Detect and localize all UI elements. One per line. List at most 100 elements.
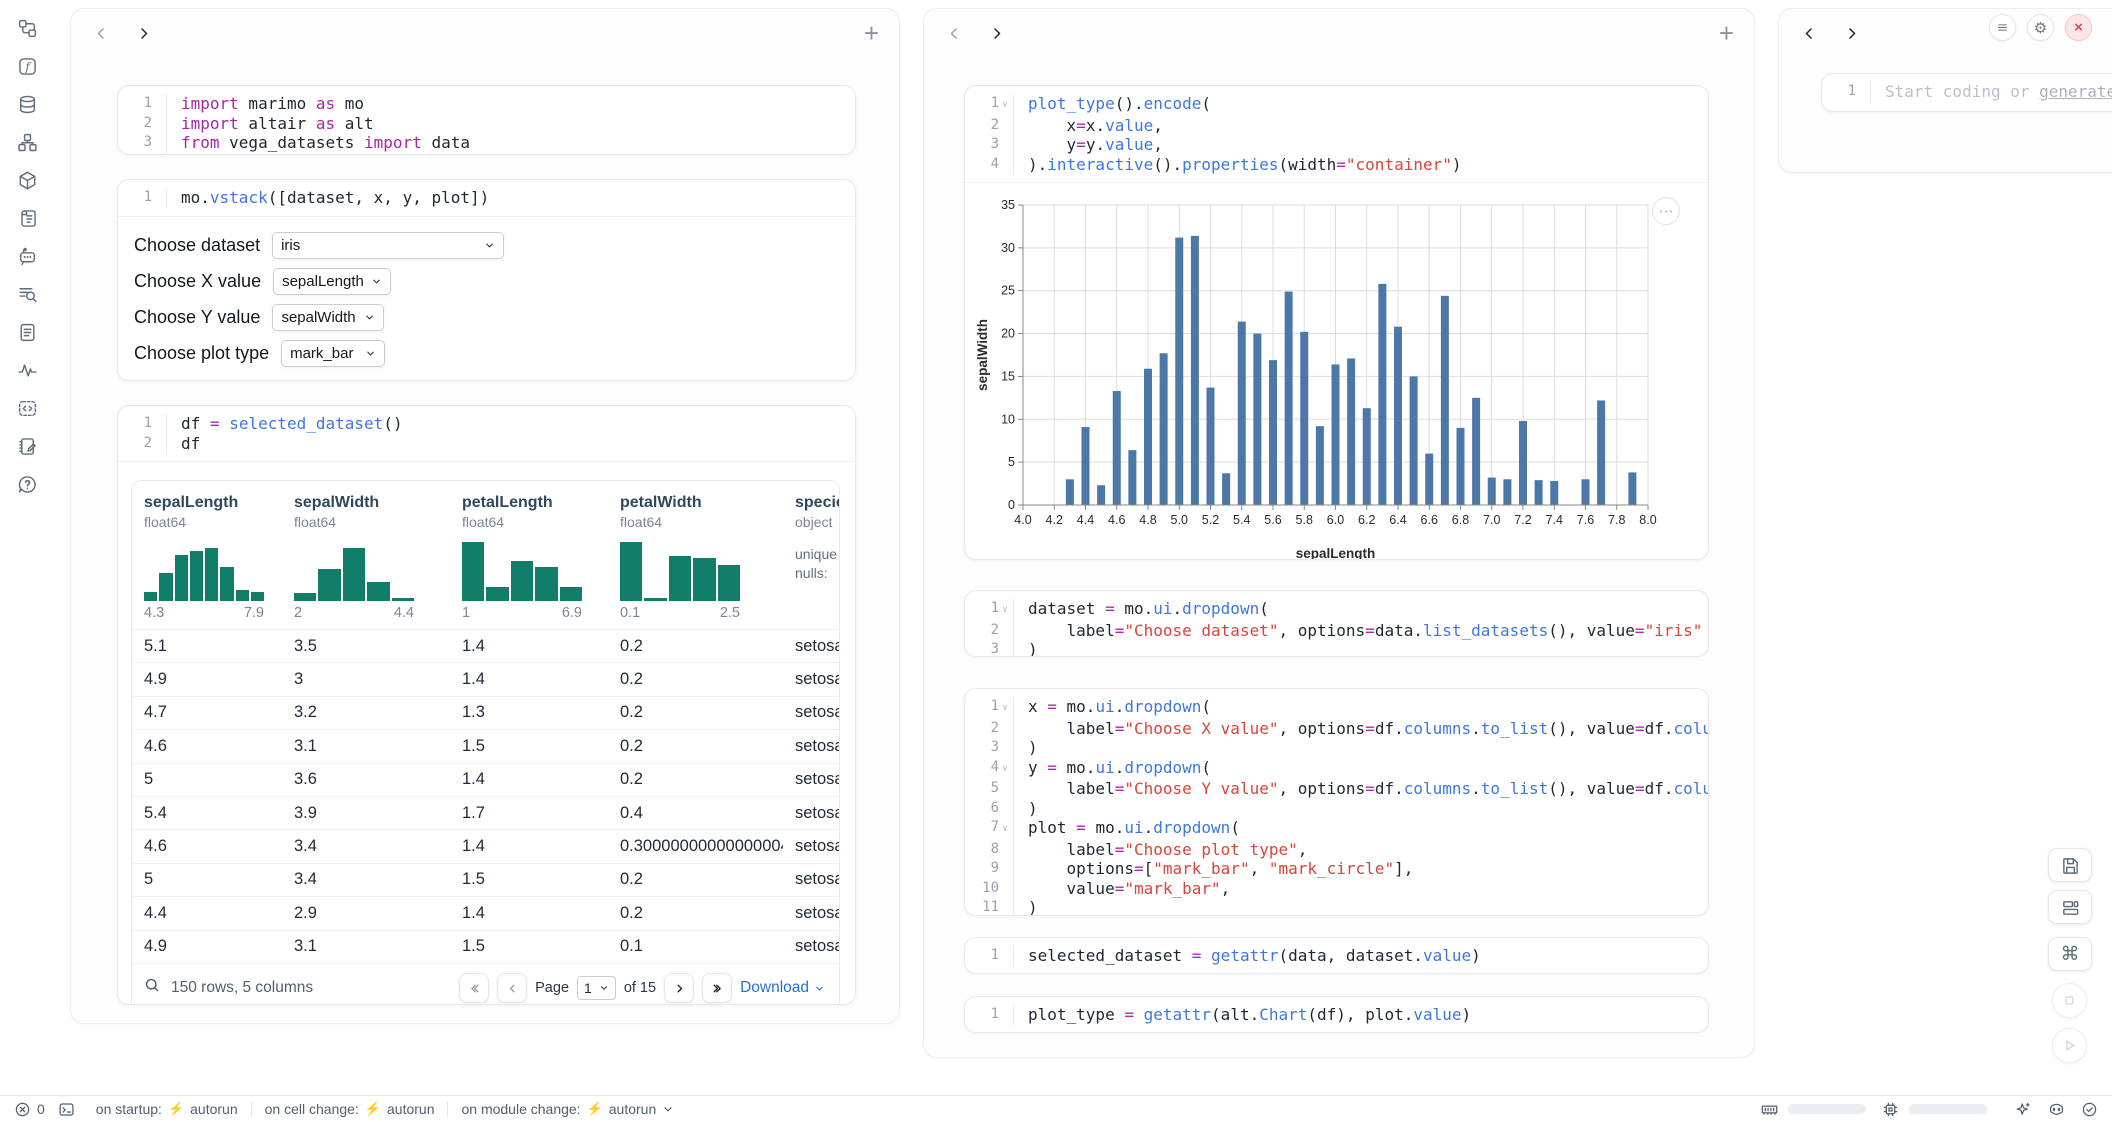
table-row[interactable]: 4.42.91.40.2setosa: [132, 896, 839, 929]
table-row[interactable]: 4.63.41.40.30000000000000004setosa: [132, 829, 839, 862]
code-editor[interactable]: 1import marimo as mo2import altair as al…: [118, 86, 855, 155]
altair-chart[interactable]: 4.04.24.44.64.85.05.25.45.65.86.06.26.46…: [965, 183, 1708, 554]
run-all-button[interactable]: [2052, 1028, 2087, 1063]
on-cell-change-toggle[interactable]: on cell change: ⚡ autorun: [265, 1101, 435, 1117]
errors-indicator[interactable]: 0: [14, 1101, 45, 1118]
code-block-icon[interactable]: [15, 396, 39, 420]
table-row[interactable]: 5.43.91.70.4setosa: [132, 796, 839, 829]
chevron-right-icon[interactable]: [986, 23, 1006, 43]
column-2-nav: +: [924, 9, 1754, 57]
code-editor[interactable]: 1∨plot_type().encode(2 x=x.value,3 y=y.v…: [965, 86, 1708, 182]
dropdown-select-dataset[interactable]: iris: [272, 232, 504, 259]
svg-text:6.0: 6.0: [1327, 513, 1344, 527]
chevron-right-icon[interactable]: [1841, 23, 1861, 43]
code-editor[interactable]: 1∨dataset = mo.ui.dropdown(2 label="Choo…: [965, 591, 1708, 657]
first-page-button[interactable]: [459, 973, 489, 1003]
fold-chevron-icon[interactable]: ∨: [999, 601, 1011, 621]
bar-chart-svg[interactable]: 4.04.24.44.64.85.05.25.45.65.86.06.26.46…: [973, 195, 1673, 560]
column-header-species[interactable]: speciesobjectuniquenulls:: [783, 481, 839, 629]
cell-vstack[interactable]: 1mo.vstack([dataset, x, y, plot]) Choose…: [117, 179, 856, 381]
column-histogram[interactable]: [462, 539, 582, 601]
file-tree-icon[interactable]: [15, 16, 39, 40]
code-editor[interactable]: 1plot_type = getattr(alt.Chart(df), plot…: [965, 997, 1708, 1033]
scratchpad-icon[interactable]: [15, 434, 39, 458]
cell-dataframe[interactable]: 1df = selected_dataset()2df sepalLengthf…: [117, 405, 856, 1005]
snippets-icon[interactable]: [15, 320, 39, 344]
dropdown-select-plot-type[interactable]: mark_bar: [281, 340, 385, 367]
table-row[interactable]: 53.41.50.2setosa: [132, 863, 839, 896]
layout-toggle-button[interactable]: [2048, 890, 2092, 924]
cell-selected-dataset[interactable]: 1selected_dataset = getattr(data, datase…: [964, 937, 1709, 974]
cell-plot-type[interactable]: 1plot_type = getattr(alt.Chart(df), plot…: [964, 996, 1709, 1033]
dropdown-select-x-value[interactable]: sepalLength: [273, 268, 391, 295]
code-editor[interactable]: 1Start coding or generate with AI: [1822, 74, 2112, 110]
dropdown-select-y-value[interactable]: sepalWidth: [272, 304, 384, 331]
ai-sparkle-icon[interactable]: [2015, 1101, 2032, 1118]
ai-chat-icon[interactable]: [15, 244, 39, 268]
chevron-left-icon[interactable]: [944, 23, 964, 43]
menu-button[interactable]: [1989, 14, 2016, 41]
help-icon[interactable]: [15, 472, 39, 496]
column-header-petalWidth[interactable]: petalWidthfloat640.12.5: [608, 481, 783, 629]
table-row[interactable]: 4.73.21.30.2setosa: [132, 696, 839, 729]
cell-xyplot-dropdowns[interactable]: 1∨x = mo.ui.dropdown(2 label="Choose X v…: [964, 688, 1709, 916]
cpu-usage-meter[interactable]: [1909, 1104, 1987, 1114]
column-header-sepalLength[interactable]: sepalLengthfloat644.37.9: [132, 481, 282, 629]
cell-empty-new[interactable]: 1Start coding or generate with AI: [1821, 73, 2112, 112]
code-text: selected_dataset = getattr(data, dataset…: [1013, 946, 1708, 966]
fold-chevron-icon[interactable]: ∨: [999, 96, 1011, 116]
shutdown-button[interactable]: ×: [2065, 14, 2092, 41]
prev-page-button[interactable]: [497, 973, 527, 1003]
chevron-left-icon[interactable]: [1799, 23, 1819, 43]
functions-icon[interactable]: f: [15, 54, 39, 78]
column-header-sepalWidth[interactable]: sepalWidthfloat6424.4: [282, 481, 450, 629]
table-row[interactable]: 53.61.40.2setosa: [132, 763, 839, 796]
cell-plot[interactable]: 1∨plot_type().encode(2 x=x.value,3 y=y.v…: [964, 85, 1709, 560]
fold-chevron-icon[interactable]: ∨: [999, 760, 1011, 780]
settings-button[interactable]: ⚙: [2027, 14, 2054, 41]
fold-chevron-icon[interactable]: ∨: [999, 699, 1011, 719]
column-histogram[interactable]: [620, 539, 740, 601]
table-row[interactable]: 4.931.40.2setosa: [132, 662, 839, 695]
code-editor[interactable]: 1df = selected_dataset()2df: [118, 406, 855, 461]
fold-chevron-icon[interactable]: ∨: [999, 820, 1011, 840]
on-module-change-toggle[interactable]: on module change: ⚡ autorun: [461, 1101, 674, 1117]
search-icon[interactable]: [144, 977, 161, 999]
last-page-button[interactable]: [702, 973, 732, 1003]
code-editor[interactable]: 1mo.vstack([dataset, x, y, plot]): [118, 180, 855, 216]
ram-usage-meter[interactable]: [1788, 1104, 1866, 1114]
code-line: 1df = selected_dataset(): [118, 414, 855, 434]
table-row[interactable]: 4.63.11.50.2setosa: [132, 729, 839, 762]
code-editor[interactable]: 1selected_dataset = getattr(data, datase…: [965, 938, 1708, 974]
add-cell-icon[interactable]: +: [1719, 23, 1734, 43]
on-startup-toggle[interactable]: on startup: ⚡ autorun: [96, 1101, 238, 1117]
packages-icon[interactable]: [15, 168, 39, 192]
column-histogram[interactable]: [294, 539, 414, 601]
next-page-button[interactable]: [664, 973, 694, 1003]
cell-imports[interactable]: 1import marimo as mo2import altair as al…: [117, 85, 856, 155]
code-line: 1mo.vstack([dataset, x, y, plot]): [118, 188, 855, 208]
chevron-left-icon[interactable]: [91, 23, 111, 43]
save-button[interactable]: [2048, 848, 2092, 882]
column-header-petalLength[interactable]: petalLengthfloat6416.9: [450, 481, 608, 629]
table-row[interactable]: 4.93.11.50.1setosa: [132, 930, 839, 963]
cell-dataset-dropdown[interactable]: 1∨dataset = mo.ui.dropdown(2 label="Choo…: [964, 590, 1709, 657]
chart-actions-icon[interactable]: ⋯: [1652, 197, 1680, 225]
datasources-icon[interactable]: [15, 92, 39, 116]
code-editor[interactable]: 1∨x = mo.ui.dropdown(2 label="Choose X v…: [965, 689, 1708, 916]
tracing-icon[interactable]: [15, 358, 39, 382]
page-select[interactable]: 1: [577, 976, 616, 1000]
logs-icon[interactable]: [15, 206, 39, 230]
add-cell-icon[interactable]: +: [864, 23, 879, 43]
chevron-right-icon[interactable]: [133, 23, 153, 43]
stop-button[interactable]: [2052, 983, 2087, 1018]
column-histogram[interactable]: [144, 539, 264, 601]
download-button[interactable]: Download: [740, 979, 825, 997]
terminal-icon[interactable]: [58, 1101, 75, 1118]
connection-status-icon[interactable]: [2081, 1101, 2098, 1118]
dependency-graph-icon[interactable]: [15, 130, 39, 154]
documentation-search-icon[interactable]: [15, 282, 39, 306]
table-row[interactable]: 5.13.51.40.2setosa: [132, 629, 839, 662]
keyboard-shortcuts-button[interactable]: ⌘: [2048, 937, 2092, 971]
copilot-icon[interactable]: [2048, 1101, 2065, 1118]
